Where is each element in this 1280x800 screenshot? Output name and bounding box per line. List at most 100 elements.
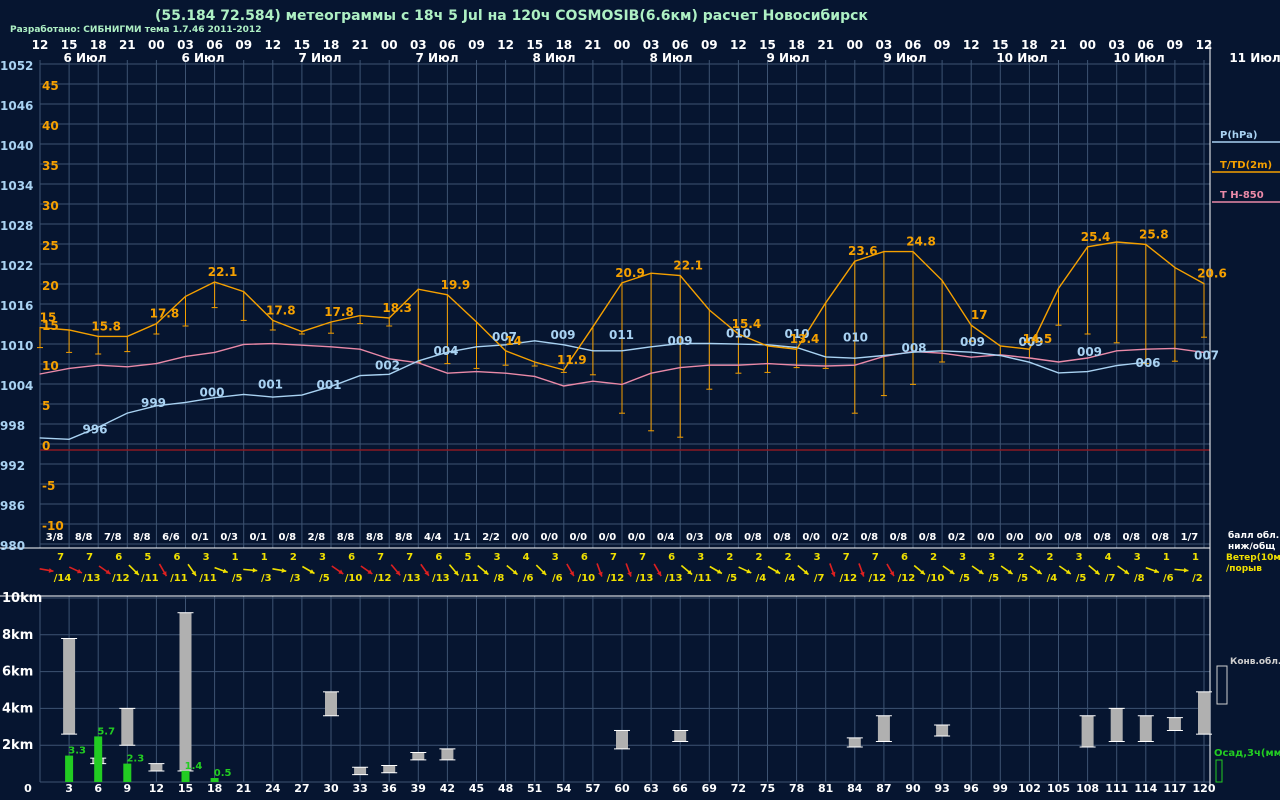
hour-tick-label: 00 bbox=[1079, 38, 1096, 52]
hour-tick-label: 09 bbox=[934, 38, 951, 52]
day-label: 11 Июл bbox=[1229, 51, 1280, 65]
t850-line-point bbox=[970, 356, 972, 358]
wind-gust-value: /6 bbox=[523, 573, 534, 584]
wind-speed-value: 3 bbox=[697, 552, 704, 563]
height-tick-label: 10km bbox=[2, 591, 42, 606]
day-label: 8 Июл bbox=[649, 51, 692, 65]
cloud-cover-value: 0/3 bbox=[686, 532, 704, 543]
wind-gust-value: /11 bbox=[461, 573, 479, 584]
pressure-line-point bbox=[272, 396, 274, 398]
wind-speed-value: 4 bbox=[523, 552, 530, 563]
precip-legend-swatch bbox=[1215, 759, 1223, 783]
wind-legend: /порыв bbox=[1226, 564, 1262, 574]
day-label: 8 Июл bbox=[532, 51, 575, 65]
forecast-hour-label: 27 bbox=[294, 782, 309, 795]
wind-speed-value: 7 bbox=[872, 552, 879, 563]
t850-line-point bbox=[592, 380, 594, 382]
wind-speed-value: 6 bbox=[435, 552, 442, 563]
pressure-line-point bbox=[592, 350, 594, 352]
convective-cloud-bar bbox=[412, 752, 425, 760]
hour-tick-label: 21 bbox=[352, 38, 369, 52]
forecast-hour-label: 33 bbox=[352, 782, 367, 795]
precip-value-label: 2.3 bbox=[126, 754, 144, 765]
temperature-line-point bbox=[679, 275, 681, 277]
day-label: 10 Июл bbox=[1113, 51, 1164, 65]
pressure-value-label: 011 bbox=[609, 328, 634, 342]
precip-value-label: 3.3 bbox=[68, 746, 86, 757]
wind-gust-value: /13 bbox=[83, 573, 101, 584]
cloud-cover-value: 8/8 bbox=[395, 532, 413, 543]
t850-line-point bbox=[1116, 350, 1118, 352]
cloud-cover-value: 0/8 bbox=[744, 532, 762, 543]
wind-speed-value: 1 bbox=[232, 552, 239, 563]
pressure-value-label: 007 bbox=[1194, 349, 1219, 363]
t850-line-point bbox=[359, 348, 361, 350]
precip-bar bbox=[181, 770, 190, 782]
forecast-hour-label: 108 bbox=[1076, 782, 1099, 795]
hour-tick-label: 21 bbox=[817, 38, 834, 52]
wind-gust-value: /11 bbox=[199, 573, 217, 584]
hour-tick-label: 06 bbox=[439, 38, 456, 52]
wind-speed-value: 2 bbox=[726, 552, 733, 563]
convective-cloud-bar bbox=[121, 708, 134, 746]
precip-bar bbox=[65, 755, 74, 782]
convective-cloud-bar bbox=[848, 737, 861, 748]
cloud-cover-value: 0/1 bbox=[191, 532, 209, 543]
convective-cloud-bar bbox=[383, 765, 396, 773]
forecast-hour-label: 105 bbox=[1047, 782, 1070, 795]
cloud-cover-value: 0/8 bbox=[919, 532, 937, 543]
pressure-value-label: 006 bbox=[1135, 356, 1160, 370]
temperature-line-point bbox=[970, 324, 972, 326]
pressure-tick-label: 1052 bbox=[0, 59, 33, 73]
temperature-line-point bbox=[475, 321, 478, 323]
t850-line-point bbox=[446, 372, 448, 374]
forecast-hour-label: 111 bbox=[1105, 782, 1128, 795]
temperature-line-point bbox=[1087, 246, 1089, 248]
forecast-hour-label: 39 bbox=[411, 782, 426, 795]
pressure-line-point bbox=[475, 346, 478, 348]
wind-speed-value: 6 bbox=[348, 552, 355, 563]
wind-speed-value: 2 bbox=[755, 552, 762, 563]
wind-gust-value: /13 bbox=[665, 573, 683, 584]
temperature-line-point bbox=[388, 317, 390, 319]
wind-speed-value: 7 bbox=[406, 552, 413, 563]
wind-speed-value: 7 bbox=[377, 552, 384, 563]
wind-speed-value: 7 bbox=[639, 552, 646, 563]
temperature-value-label: 20.9 bbox=[615, 266, 645, 280]
wind-speed-value: 3 bbox=[814, 552, 821, 563]
wind-speed-value: 7 bbox=[843, 552, 850, 563]
pressure-line-point bbox=[359, 375, 361, 377]
cloud-cover-value: 0/0 bbox=[570, 532, 588, 543]
temperature-line-point bbox=[766, 345, 769, 347]
wind-gust-value: /5 bbox=[1076, 573, 1087, 584]
hour-tick-label: 03 bbox=[876, 38, 893, 52]
wind-speed-value: 6 bbox=[901, 552, 908, 563]
pressure-line-point bbox=[1057, 372, 1060, 374]
hour-tick-label: 09 bbox=[468, 38, 485, 52]
hour-tick-label: 06 bbox=[1137, 38, 1154, 52]
precip-bar bbox=[123, 763, 132, 782]
temperature-line-point bbox=[534, 361, 536, 363]
wind-gust-value: /5 bbox=[319, 573, 330, 584]
cloud-cover-legend: ниж/общ bbox=[1228, 541, 1275, 552]
t850-line-point bbox=[563, 385, 565, 387]
temp-tick-label: -5 bbox=[42, 479, 55, 493]
pressure-line-point bbox=[650, 346, 652, 348]
temperature-value-label: 15.4 bbox=[732, 317, 762, 331]
pressure-value-label: 009 bbox=[667, 334, 692, 348]
temperature-line-point bbox=[1174, 267, 1176, 269]
wind-gust-value: /13 bbox=[636, 573, 654, 584]
hour-tick-label: 15 bbox=[992, 38, 1009, 52]
t850-line-point bbox=[272, 343, 274, 345]
t850-line-point bbox=[621, 383, 623, 385]
cloud-cover-value: 6/6 bbox=[162, 532, 180, 543]
forecast-hour-label: 15 bbox=[178, 782, 193, 795]
cloud-cover-value: 1/7 bbox=[1181, 532, 1199, 543]
meteogram-svg: 12 15 18 21 00 03 06 09 12 15 18 21 00 03 06 09 12 15 18 21… bbox=[0, 8, 1280, 795]
pressure-value-label: 009 bbox=[1077, 345, 1102, 359]
forecast-hour-label: 21 bbox=[236, 782, 251, 795]
hour-tick-label: 12 bbox=[497, 38, 514, 52]
hour-tick-label: 12 bbox=[264, 38, 281, 52]
wind-speed-value: 7 bbox=[86, 552, 93, 563]
hour-tick-label: 18 bbox=[90, 38, 107, 52]
